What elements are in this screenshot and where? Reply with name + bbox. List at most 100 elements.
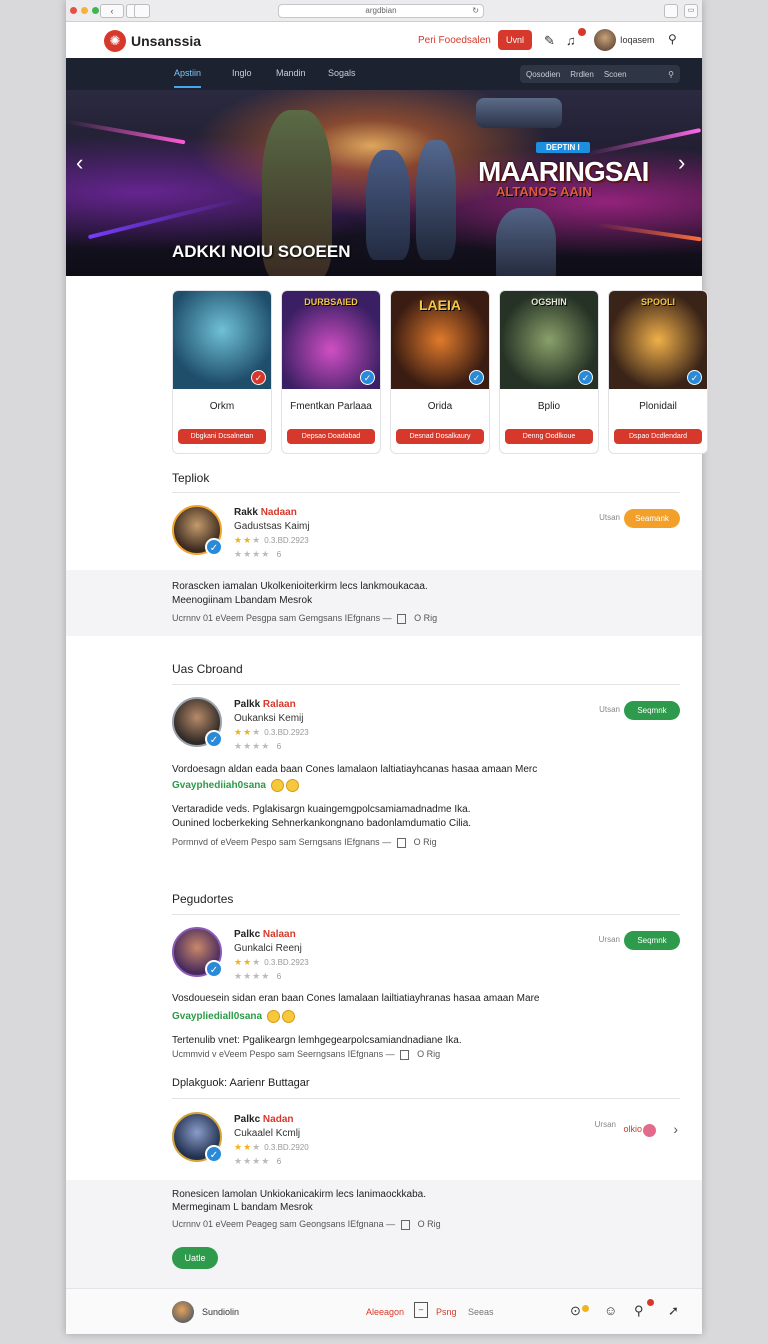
section-title: Uas Cbroand [172,662,243,676]
game-card[interactable]: ✓ Orkm Dbgkani Dcsalnetan [172,290,272,454]
review-text: Vordoesagn aldan eada baan Cones lamalao… [172,764,538,775]
game-card[interactable]: OGSHIN ✓ Bplio Denng Oodlkoue [499,290,599,454]
filter-2[interactable]: Scoen [604,70,627,79]
review-item: ✓ Palkc Nalaan Gunkalci Reenj ★★★ 0.3.BD.… [172,927,680,987]
header-button[interactable]: Uvnl [498,30,532,50]
flag-icon[interactable] [396,837,406,848]
share-icon[interactable] [664,4,678,18]
reviewer-avatar[interactable]: ✓ [172,505,223,556]
reviewer-name: Palkc Nadan [234,1114,294,1125]
chevron-right-icon[interactable]: › [673,1121,678,1137]
user-avatar[interactable] [594,29,616,51]
review-status[interactable]: olkio [623,1124,642,1134]
card-title: Fmentkan Parlaaa [290,401,372,412]
review-tag: Gvayphediiah0sana [172,779,299,792]
card-button[interactable]: Desnad Dosalkaury [396,429,484,444]
emoji-icon[interactable]: ☺ [604,1303,617,1318]
card-button[interactable]: Dbgkani Dcsalnetan [178,429,266,444]
card-check-icon: ✓ [251,370,266,385]
reviewer-subtitle: Cukaalel Kcmlj [234,1128,301,1139]
url-text: argdbian [365,6,397,15]
footer-user[interactable]: Sundiolin [202,1307,239,1317]
maximize-dot[interactable] [92,7,99,14]
clock-icon[interactable]: ⊙ [570,1303,581,1319]
browser-window: ‹ › argdbian ↻ ▭ ✺ Unsanssia Peri Fooeds… [66,0,708,1334]
user-name[interactable]: Ioqasem [620,35,655,45]
card-image: DURBSAIED ✓ [282,291,380,389]
divider [172,1098,680,1099]
reviewer-avatar[interactable]: ✓ [172,697,223,748]
game-card[interactable]: SPOOLI ✓ Plonidail Dspao Dcdlendard [608,290,708,454]
tab-2[interactable]: Mandin [276,68,306,78]
hero-prev-icon[interactable]: ‹ [76,150,83,176]
review-text: Rorascken iamalan Ukolkenioiterkirm lecs… [172,581,428,592]
reviewer-subtitle: Gadustsas Kaimj [234,521,310,532]
reviewer-avatar[interactable]: ✓ [172,1112,223,1163]
tab-0[interactable]: Apstiin [174,68,202,88]
reviewer-name: Palkc Nalaan [234,929,296,940]
footer-link-1[interactable]: Psng [436,1307,457,1317]
hero-banner: DEPTIN I MAARINGSAI ALTANOS AAIN ADKKI N… [66,90,702,276]
review-tag: Gvaypliediall0sana [172,1010,295,1023]
footer-avatar[interactable] [172,1301,194,1323]
pen-icon[interactable]: ✎ [544,33,555,49]
verified-icon: ✓ [205,730,223,748]
flag-icon[interactable] [400,1219,410,1230]
card-button[interactable]: Denng Oodlkoue [505,429,593,444]
header-link[interactable]: Peri Fooedsalen [418,35,491,46]
rating-stars: ★★★ 0.3.BD.2923 [234,957,309,967]
card-button[interactable]: Depsao Doadabad [287,429,375,444]
document-icon[interactable]: – [414,1302,428,1318]
card-button[interactable]: Dspao Dcdlendard [614,429,702,444]
hero-next-icon[interactable]: › [678,150,685,176]
review-footer: Ucrnnv 01 eVeem Peageg sam Geongsans IEf… [172,1219,441,1230]
filter-0[interactable]: Qosodien [526,70,560,79]
footer-link-2[interactable]: Seeas [468,1307,494,1317]
divider [172,492,680,493]
rating-stars: ★★★ 0.3.BD.2923 [234,727,309,737]
window-controls [70,7,99,14]
game-card[interactable]: LAEIA ✓ Orida Desnad Dosalkaury [390,290,490,454]
card-image: LAEIA ✓ [391,291,489,389]
reload-icon[interactable]: ↻ [472,5,479,17]
card-check-icon: ✓ [578,370,593,385]
review-action-button[interactable]: Seamank [624,509,680,528]
search-icon[interactable]: ⚲ [668,32,677,46]
flag-icon[interactable] [400,1049,410,1060]
bell-icon[interactable]: ♫ [566,33,576,48]
footer-bar: Sundiolin Aleeagon – Psng Seeas ⊙ ☺ ⚲ ➚ [66,1288,702,1334]
tab-3[interactable]: Sogals [328,68,356,78]
brand-logo[interactable]: ✺ Unsanssia [104,30,201,52]
sidebar-toggle-icon[interactable] [134,4,150,18]
tab-1[interactable]: Inglo [232,68,252,78]
tabs-icon[interactable]: ▭ [684,4,698,18]
review-footer: Pormnvd of eVeem Pespo sam Serngsans IEf… [172,837,437,848]
flag-icon[interactable] [397,613,407,624]
reviewer-avatar[interactable]: ✓ [172,927,223,978]
review-body: Ronesicen lamolan Unkiokanicakirm lecs l… [172,1188,680,1244]
game-card[interactable]: DURBSAIED ✓ Fmentkan Parlaaa Depsao Doad… [281,290,381,454]
pin-icon[interactable]: ⚲ [634,1303,644,1319]
verified-icon: ✓ [205,538,223,556]
back-icon[interactable]: ‹ [100,4,124,18]
filter-bar[interactable]: Qosodien Rrdlen Scoen ⚲ [520,65,680,83]
emoji-icon [270,779,284,792]
footer-link-0[interactable]: Aleeagon [366,1307,404,1317]
minimize-dot[interactable] [81,7,88,14]
rating-count: ★★★★ 6 [234,1156,282,1166]
review-action-button[interactable]: Seqmnk [624,931,680,950]
card-title: Plonidail [639,401,677,412]
close-dot[interactable] [70,7,77,14]
load-more-button[interactable]: Uatle [172,1247,218,1269]
share-arrow-icon[interactable]: ➚ [668,1303,679,1319]
review-text: Meenogiinam Lbandam Mesrok [172,595,313,606]
address-bar[interactable]: argdbian ↻ [278,4,484,18]
card-image: SPOOLI ✓ [609,291,707,389]
filter-1[interactable]: Rrdlen [570,70,594,79]
card-image-text: SPOOLI [640,297,675,307]
status-dot [643,1124,656,1137]
reviewer-subtitle: Gunkalci Reenj [234,943,302,954]
filter-search-icon[interactable]: ⚲ [668,70,674,79]
hover-vehicle [476,98,562,128]
review-action-button[interactable]: Seqmnk [624,701,680,720]
